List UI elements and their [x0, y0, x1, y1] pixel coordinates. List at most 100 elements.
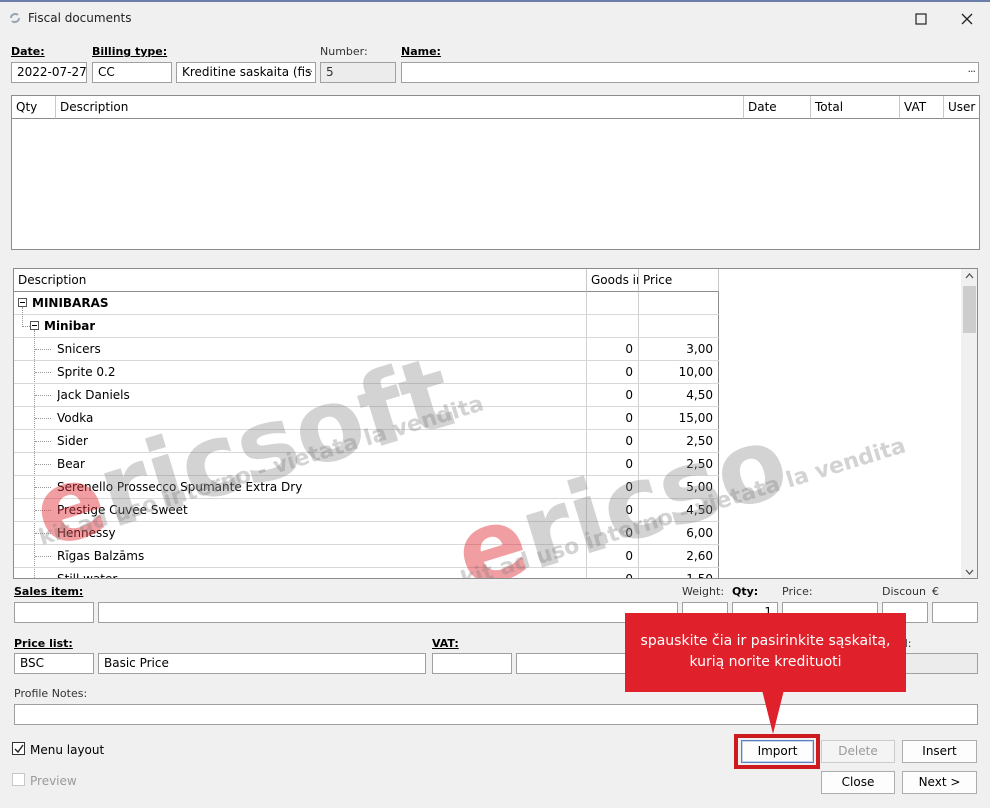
col-header-date[interactable]: Date [744, 96, 811, 119]
item-price: 2,50 [686, 434, 713, 448]
delete-button[interactable]: Delete [821, 740, 895, 763]
scroll-thumb[interactable] [963, 286, 976, 333]
item-name: Vodka [57, 411, 94, 425]
next-button[interactable]: Next > [902, 771, 977, 794]
vat-label: VAT: [432, 637, 459, 650]
item-goods-in: 0 [625, 526, 633, 540]
profile-notes-label: Profile Notes: [14, 687, 88, 700]
item-row[interactable]: Sider 0 2,50 [14, 430, 719, 453]
instruction-callout: spauskite čia ir pasirinkite sąskaitą, k… [625, 613, 906, 692]
callout-pointer-icon [762, 690, 784, 734]
document-lines-grid[interactable]: Qty Description Date Total VAT User [11, 95, 980, 250]
item-name: Snicers [57, 342, 101, 356]
window-title: Fiscal documents [28, 11, 132, 25]
sales-item-label: Sales item: [14, 585, 84, 598]
item-name: Rīgas Balzāms [57, 549, 145, 563]
item-name: Sprite 0.2 [57, 365, 116, 379]
col-header-user[interactable]: User [944, 96, 979, 119]
item-name: Sider [57, 434, 88, 448]
weight-label: Weight: [682, 585, 725, 598]
item-row[interactable]: Rīgas Balzāms 0 2,60 [14, 545, 719, 568]
item-price: 10,00 [678, 365, 713, 379]
billing-type-name-text: Kreditine saskaita (fis [182, 65, 312, 79]
vat-code-field[interactable] [432, 653, 512, 674]
close-icon [961, 13, 973, 25]
name-lookup-icon[interactable]: ··· [968, 64, 976, 79]
maximize-button[interactable] [898, 6, 944, 32]
items-scrollbar[interactable] [961, 269, 977, 578]
profile-notes-field[interactable] [14, 704, 978, 725]
item-row[interactable]: Jack Daniels 0 4,50 [14, 384, 719, 407]
item-goods-in: 0 [625, 549, 633, 563]
col-header-goods-in[interactable]: Goods in [587, 269, 639, 292]
col-header-vat[interactable]: VAT [900, 96, 944, 119]
callout-line-2: kurią norite kredituoti [689, 654, 842, 670]
item-name: Jack Daniels [57, 388, 130, 402]
price-list-label: Price list: [14, 637, 73, 650]
preview-checkbox[interactable] [12, 773, 25, 786]
menu-layout-label: Menu layout [30, 743, 105, 757]
item-row[interactable]: Bear 0 2,50 [14, 453, 719, 476]
items-tree-grid[interactable]: Description Goods in Price MINIBARAS Min… [13, 268, 978, 579]
scroll-down-icon[interactable] [965, 569, 974, 575]
price-list-name-field[interactable]: Basic Price [98, 653, 426, 674]
import-button[interactable]: Import [741, 740, 814, 763]
checkmark-icon [14, 744, 24, 754]
item-row[interactable]: Sprite 0.2 0 10,00 [14, 361, 719, 384]
discount-amount-field[interactable] [932, 602, 978, 623]
item-row[interactable]: Hennessy 0 6,00 [14, 522, 719, 545]
item-goods-in: 0 [625, 388, 633, 402]
item-price: 2,50 [686, 457, 713, 471]
sales-item-code-field[interactable] [14, 602, 94, 623]
item-goods-in: 0 [625, 342, 633, 356]
tree-group-row[interactable]: MINIBARAS [14, 292, 719, 315]
item-row[interactable]: Serenello Prossecco Spumante Extra Dry 0 5… [14, 476, 719, 499]
col-header-item-description[interactable]: Description [14, 269, 587, 292]
item-name: Hennessy [57, 526, 116, 540]
item-name: Bear [57, 457, 85, 471]
item-row[interactable]: Vodka 0 15,00 [14, 407, 719, 430]
close-button[interactable]: Close [821, 771, 895, 794]
item-goods-in: 0 [625, 480, 633, 494]
price-list-code-field[interactable]: BSC [14, 653, 94, 674]
item-goods-in: 0 [625, 365, 633, 379]
sales-item-name-field[interactable] [98, 602, 678, 623]
item-price: 3,00 [686, 342, 713, 356]
vat-name-field[interactable] [516, 653, 628, 674]
billing-type-code-field[interactable]: CC [92, 62, 172, 83]
title-bar: Fiscal documents [0, 0, 990, 34]
item-row[interactable]: Still water 0 1,50 [14, 568, 719, 579]
item-price: 2,60 [686, 549, 713, 563]
item-price: 1,50 [686, 572, 713, 579]
item-name: Prestige Cuvee Sweet [57, 503, 188, 517]
insert-button[interactable]: Insert [902, 740, 977, 763]
items-tree-body: MINIBARAS Minibar Snicers 0 3,00 Sprite 0.2… [14, 292, 719, 579]
col-header-qty[interactable]: Qty [12, 96, 56, 119]
col-header-total[interactable]: Total [811, 96, 900, 119]
price-label: Price: [782, 585, 813, 598]
scroll-up-icon[interactable] [965, 273, 974, 279]
item-price: 5,00 [686, 480, 713, 494]
menu-layout-checkbox[interactable] [12, 742, 25, 755]
preview-label: Preview [30, 774, 77, 788]
item-price: 15,00 [678, 411, 713, 425]
collapse-icon[interactable] [30, 321, 39, 330]
close-window-button[interactable] [944, 6, 990, 32]
item-row[interactable]: Prestige Cuvee Sweet 0 4,50 [14, 499, 719, 522]
billing-type-label: Billing type: [92, 45, 168, 58]
item-row[interactable]: Snicers 0 3,00 [14, 338, 719, 361]
app-icon [10, 13, 20, 23]
collapse-icon[interactable] [18, 298, 27, 307]
number-field: 5 [320, 62, 396, 83]
billing-type-name-field[interactable]: Kreditine saskaita (fis ··· [176, 62, 316, 83]
col-header-price[interactable]: Price [639, 269, 719, 292]
item-name: Serenello Prossecco Spumante Extra Dry [57, 480, 303, 494]
col-header-description[interactable]: Description [56, 96, 744, 119]
tree-subgroup-row[interactable]: Minibar [14, 315, 719, 338]
date-field[interactable]: 2022-07-27 [11, 62, 87, 83]
item-price: 6,00 [686, 526, 713, 540]
currency-label: € [932, 585, 939, 598]
name-label: Name: [401, 45, 441, 58]
name-field[interactable]: ··· [401, 62, 979, 83]
billing-type-lookup-icon[interactable]: ··· [305, 64, 313, 79]
